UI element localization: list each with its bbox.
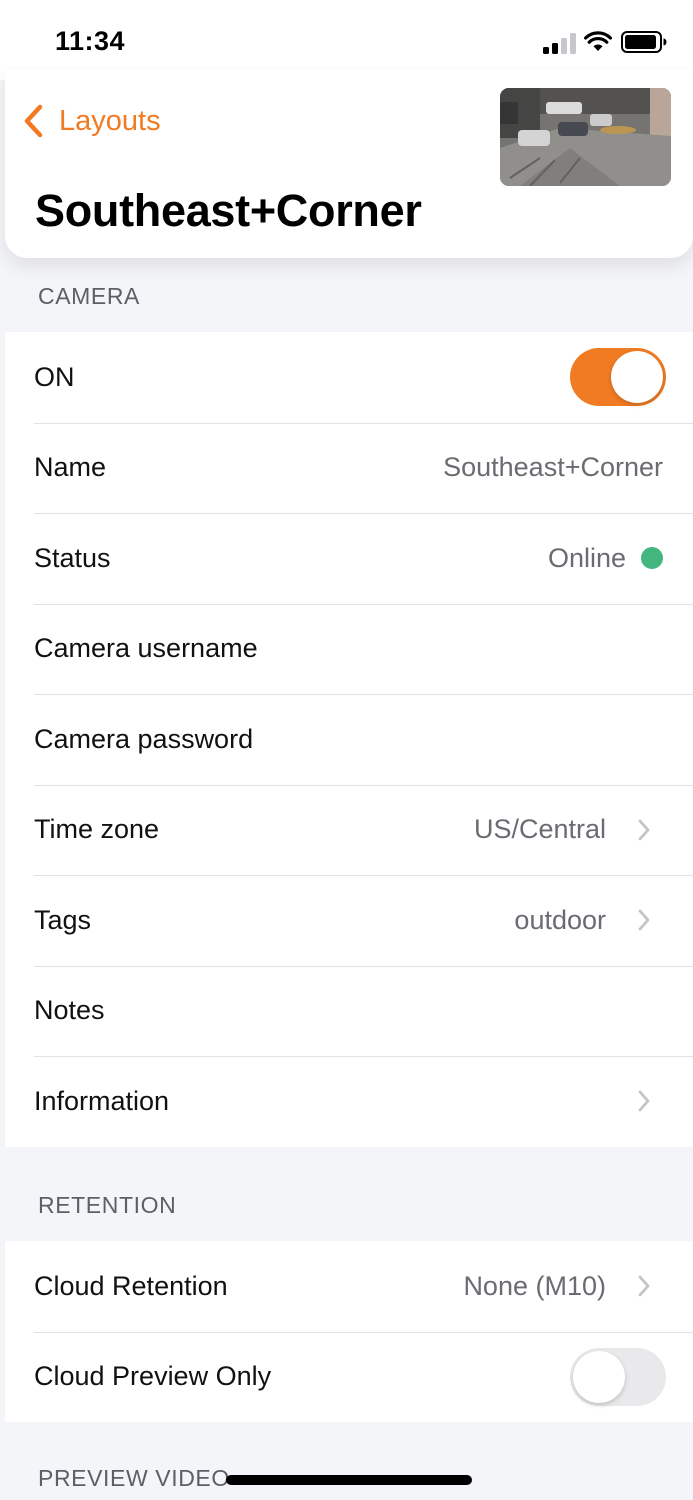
row-notes[interactable]: Notes bbox=[5, 965, 693, 1057]
row-name[interactable]: Name Southeast+Corner bbox=[5, 422, 693, 514]
chevron-right-icon bbox=[638, 1275, 650, 1297]
information-label: Information bbox=[34, 1085, 170, 1116]
row-status: Status Online bbox=[5, 513, 693, 604]
section-title-retention: RETENTION bbox=[38, 1192, 177, 1218]
status-value: Online bbox=[547, 542, 626, 573]
section-title-preview-video: PREVIEW VIDEO bbox=[38, 1465, 230, 1491]
row-tags[interactable]: Tags outdoor bbox=[5, 875, 693, 966]
time-zone-value: US/Central bbox=[473, 814, 606, 845]
camera-password-label: Camera password bbox=[34, 723, 254, 754]
row-camera-username[interactable]: Camera username bbox=[5, 603, 693, 695]
name-value: Southeast+Corner bbox=[443, 452, 663, 483]
back-button-label: Layouts bbox=[59, 104, 161, 137]
online-status-dot-icon bbox=[641, 547, 663, 570]
camera-settings-group: ON Name Southeast+Corner Status Online C… bbox=[5, 332, 693, 1147]
name-label: Name bbox=[34, 452, 107, 483]
notes-label: Notes bbox=[34, 995, 105, 1026]
row-camera-on: ON bbox=[5, 332, 693, 423]
tags-label: Tags bbox=[34, 904, 92, 935]
camera-preview-thumbnail[interactable] bbox=[500, 88, 671, 186]
status-label: Status bbox=[34, 542, 111, 573]
home-indicator[interactable] bbox=[226, 1475, 472, 1485]
camera-on-toggle[interactable] bbox=[570, 348, 666, 407]
row-camera-password[interactable]: Camera password bbox=[5, 694, 693, 785]
chevron-right-icon bbox=[638, 819, 650, 841]
cloud-preview-only-label: Cloud Preview Only bbox=[34, 1361, 272, 1392]
status-time: 11:34 bbox=[55, 26, 126, 56]
cloud-preview-only-toggle[interactable] bbox=[570, 1347, 666, 1406]
section-header-preview-video: PREVIEW VIDEO bbox=[5, 1422, 693, 1500]
section-header-camera: CAMERA bbox=[5, 258, 693, 332]
camera-username-label: Camera username bbox=[34, 633, 258, 664]
cloud-retention-label: Cloud Retention bbox=[34, 1270, 228, 1301]
camera-on-label: ON bbox=[34, 361, 75, 392]
chevron-left-icon bbox=[24, 104, 43, 138]
camera-snapshot-image bbox=[500, 88, 671, 186]
row-information[interactable]: Information bbox=[5, 1056, 693, 1147]
section-header-retention: RETENTION bbox=[5, 1147, 693, 1241]
tags-value: outdoor bbox=[514, 904, 606, 935]
time-zone-label: Time zone bbox=[34, 814, 160, 845]
toggle-knob bbox=[573, 1350, 625, 1403]
chevron-right-icon bbox=[638, 1090, 650, 1112]
back-button[interactable]: Layouts bbox=[21, 103, 161, 139]
page-title: Southeast+Corner bbox=[35, 185, 422, 236]
chevron-right-icon bbox=[638, 909, 650, 931]
row-time-zone[interactable]: Time zone US/Central bbox=[5, 784, 693, 876]
battery-icon bbox=[621, 31, 667, 53]
nav-header: Layouts Southeast+Corner bbox=[5, 70, 693, 258]
cellular-signal-icon bbox=[543, 32, 577, 54]
section-title-camera: CAMERA bbox=[38, 283, 141, 309]
wifi-icon bbox=[584, 31, 612, 51]
status-bar: 11:34 bbox=[0, 0, 693, 80]
row-cloud-preview-only: Cloud Preview Only bbox=[5, 1331, 693, 1423]
retention-settings-group: Cloud Retention None (M10) Cloud Preview… bbox=[5, 1241, 693, 1422]
cloud-retention-value: None (M10) bbox=[463, 1270, 606, 1301]
camera-settings-screen: 11:34 Layouts Southeast+Corner CAMERA ON… bbox=[0, 0, 693, 1500]
toggle-knob bbox=[611, 351, 663, 404]
row-cloud-retention[interactable]: Cloud Retention None (M10) bbox=[5, 1241, 693, 1332]
